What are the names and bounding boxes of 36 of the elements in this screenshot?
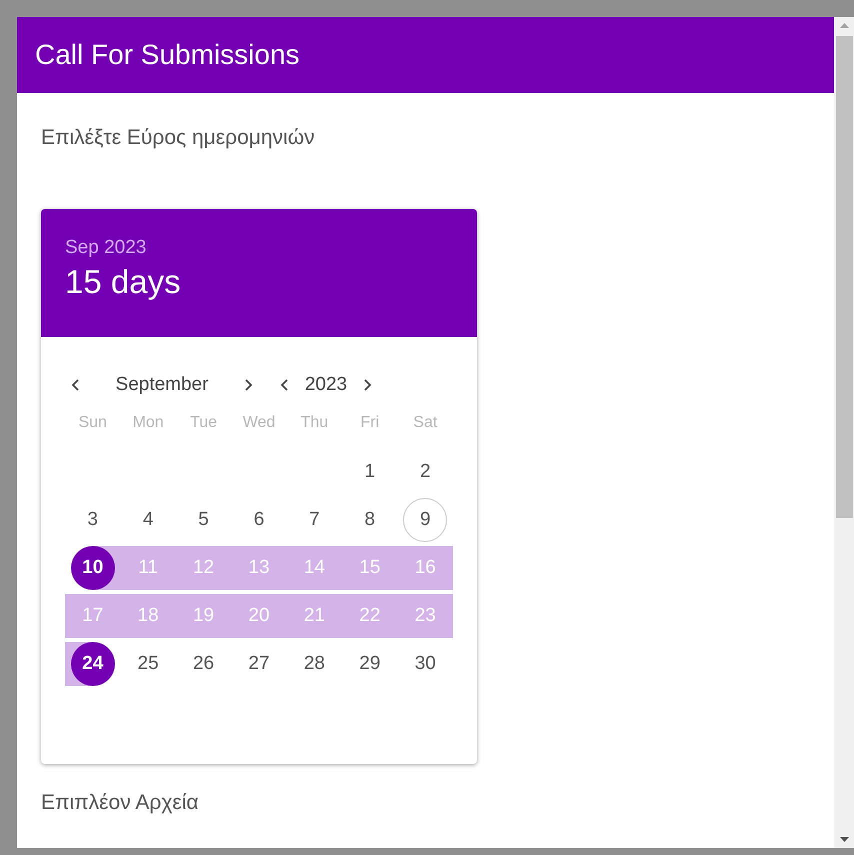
weekday-label: Wed: [242, 414, 276, 432]
day-button[interactable]: 30: [403, 642, 448, 686]
scrollbar[interactable]: [834, 17, 854, 848]
day-button[interactable]: 28: [292, 642, 336, 686]
day-button[interactable]: 3: [70, 498, 115, 542]
year-label: 2023: [304, 374, 348, 396]
month-label: September: [114, 374, 210, 396]
weekday-label: Fri: [360, 414, 380, 432]
weekday-label: Sun: [78, 414, 107, 432]
day-button[interactable]: 26: [182, 642, 226, 686]
chevron-left-icon: [71, 378, 81, 392]
day-button[interactable]: 7: [292, 498, 336, 542]
day-count: 15 days: [65, 263, 181, 301]
section-heading: Επιπλέον Αρχεία: [41, 791, 199, 815]
weekday-label: Sat: [413, 414, 438, 432]
day-button[interactable]: 25: [126, 642, 170, 686]
date-range-prompt: Επιλέξτε Εύρος ημερομηνιών: [41, 126, 315, 150]
chevron-left-icon: [280, 378, 290, 392]
day-button[interactable]: 9: [403, 498, 448, 542]
day-button[interactable]: 10: [70, 546, 115, 590]
selected-month: Sep 2023: [65, 237, 146, 259]
day-button[interactable]: 6: [236, 498, 281, 542]
weekday-label: Tue: [190, 414, 218, 432]
day-button[interactable]: 27: [236, 642, 281, 686]
day-button[interactable]: 1: [348, 450, 392, 494]
weekday-label: Thu: [300, 414, 328, 432]
scrollbar-thumb[interactable]: [836, 36, 852, 518]
day-button[interactable]: 29: [348, 642, 392, 686]
day-button[interactable]: 8: [348, 498, 392, 542]
chevron-right-icon: [362, 378, 372, 392]
day-button[interactable]: 2: [403, 450, 448, 494]
dialog-title: Call For Submissions: [35, 39, 300, 71]
weekday-label: Mon: [132, 414, 164, 432]
chevron-right-icon: [243, 378, 253, 392]
day-button[interactable]: 5: [182, 498, 226, 542]
day-button[interactable]: 4: [126, 498, 170, 542]
